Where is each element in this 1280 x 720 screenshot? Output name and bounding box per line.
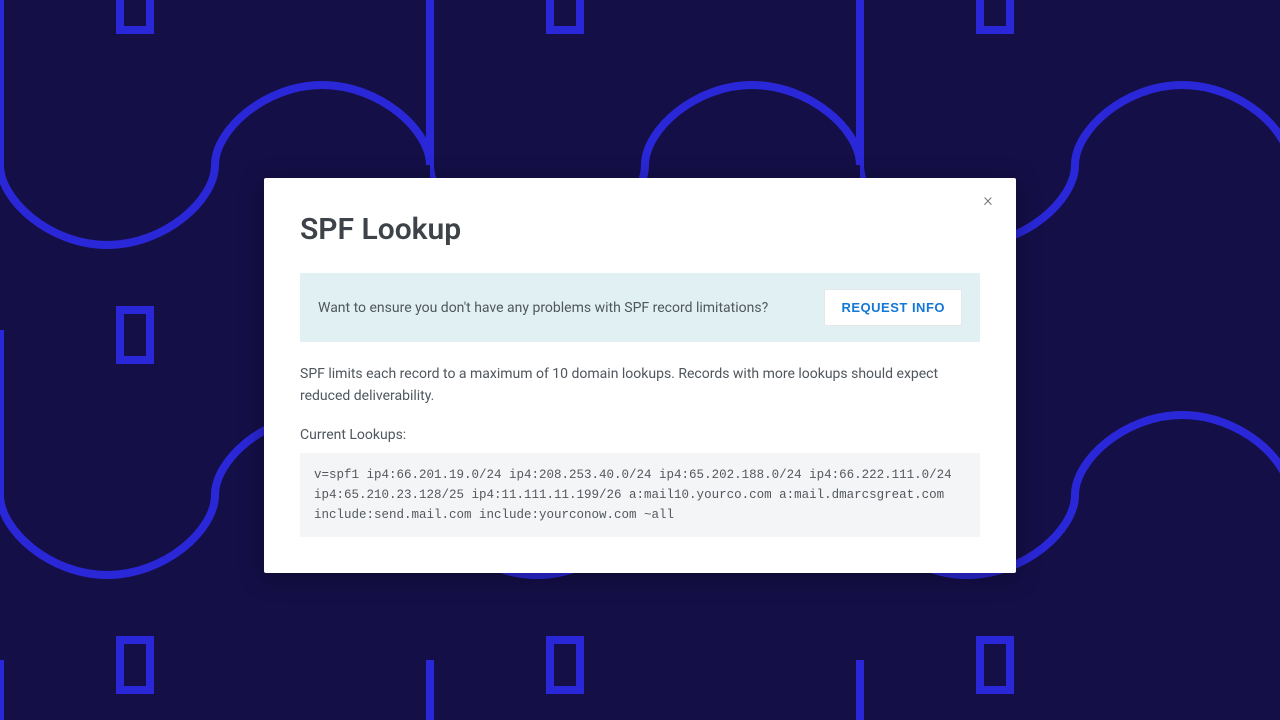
spf-description: SPF limits each record to a maximum of 1…	[300, 364, 980, 407]
info-banner: Want to ensure you don't have any proble…	[300, 273, 980, 342]
close-icon[interactable]: ×	[978, 192, 998, 212]
spf-record-block: v=spf1 ip4:66.201.19.0/24 ip4:208.253.40…	[300, 453, 980, 537]
request-info-button[interactable]: REQUEST INFO	[824, 289, 962, 326]
spf-lookup-modal: × SPF Lookup Want to ensure you don't ha…	[264, 178, 1016, 573]
current-lookups-label: Current Lookups:	[300, 427, 980, 443]
banner-text: Want to ensure you don't have any proble…	[318, 300, 768, 316]
modal-title: SPF Lookup	[300, 212, 980, 247]
